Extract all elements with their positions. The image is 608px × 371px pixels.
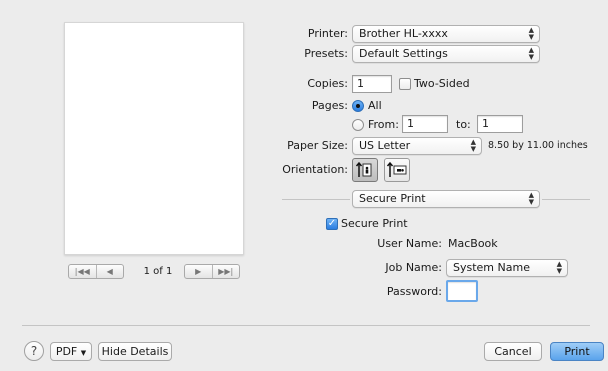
print-preview-page [64,22,244,255]
secure-print-label: Secure Print [341,217,408,230]
two-sided-label: Two-Sided [414,77,470,90]
job-name-popup-value: System Name [453,261,530,274]
pages-label: Pages: [311,99,348,112]
dropdown-arrow-icon: ▼ [80,349,87,357]
popup-arrows-icon: ▲ ▼ [528,191,534,206]
job-name-label: Job Name: [385,261,442,274]
job-name-popup[interactable]: System Name ▲ ▼ [446,259,568,277]
first-page-icon[interactable]: |◀◀ [69,267,96,276]
printer-label: Printer: [307,27,348,40]
section-popup[interactable]: Secure Print ▲ ▼ [352,190,540,208]
preview-back-buttons[interactable]: |◀◀ ◀ [68,264,124,279]
pages-from-field[interactable]: 1 [402,115,448,133]
landscape-icon [386,161,407,177]
presets-label: Presets: [304,47,348,60]
copies-label: Copies: [307,77,348,90]
popup-arrows-icon: ▲ ▼ [556,260,562,275]
pdf-menu-button[interactable]: PDF ▼ [50,342,92,361]
password-field[interactable] [446,280,478,302]
orientation-landscape-button[interactable] [384,158,410,182]
orientation-label: Orientation: [282,163,348,176]
presets-popup-value: Default Settings [359,47,448,60]
secure-print-checkbox[interactable]: ✓ [326,218,338,230]
popup-arrows-icon: ▲ ▼ [528,46,534,61]
popup-arrows-icon: ▲ ▼ [528,26,534,41]
paper-dimensions: 8.50 by 11.00 inches [488,140,588,151]
password-label: Password: [386,285,442,298]
page-indicator: 1 of 1 [143,266,173,277]
preview-forward-buttons[interactable]: ▶ ▶▶| [184,264,240,279]
printer-popup-value: Brother HL-xxxx [359,27,448,40]
user-name-label: User Name: [377,237,442,250]
previous-page-icon[interactable]: ◀ [97,267,124,276]
section-divider-right [542,199,590,200]
pages-from-radio[interactable] [352,119,364,131]
pages-from-label: From: [368,118,399,131]
section-divider-left [282,199,350,200]
orientation-portrait-button[interactable] [352,158,378,182]
pages-all-radio[interactable] [352,100,364,112]
next-page-icon[interactable]: ▶ [185,267,212,276]
paper-size-label: Paper Size: [287,139,348,152]
pages-to-field[interactable]: 1 [477,115,523,133]
print-button[interactable]: Print [550,342,604,361]
pages-to-label: to: [456,118,471,131]
presets-popup[interactable]: Default Settings ▲ ▼ [352,45,540,63]
footer-divider [22,325,590,326]
paper-size-popup-value: US Letter [359,139,411,152]
help-button[interactable]: ? [24,341,44,361]
portrait-icon [355,161,372,177]
cancel-button[interactable]: Cancel [484,342,542,361]
pdf-button-label: PDF [55,345,78,358]
popup-arrows-icon: ▲ ▼ [470,138,476,153]
copies-field[interactable]: 1 [352,75,392,93]
printer-popup[interactable]: Brother HL-xxxx ▲ ▼ [352,25,540,43]
pages-all-label: All [368,99,382,112]
two-sided-checkbox[interactable] [399,78,411,90]
user-name-value: MacBook [448,237,498,250]
paper-size-popup[interactable]: US Letter ▲ ▼ [352,137,482,155]
last-page-icon[interactable]: ▶▶| [213,267,240,276]
hide-details-button[interactable]: Hide Details [98,342,172,361]
section-popup-value: Secure Print [359,192,426,205]
